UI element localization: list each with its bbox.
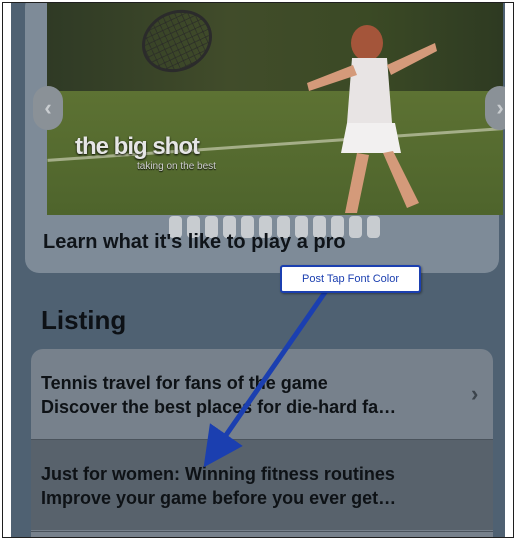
annotation-arrow [203,286,331,468]
screenshot-frame: the big shot taking on the best ‹ › Lear… [2,2,514,538]
annotation-callout: Post Tap Font Color [280,265,421,293]
